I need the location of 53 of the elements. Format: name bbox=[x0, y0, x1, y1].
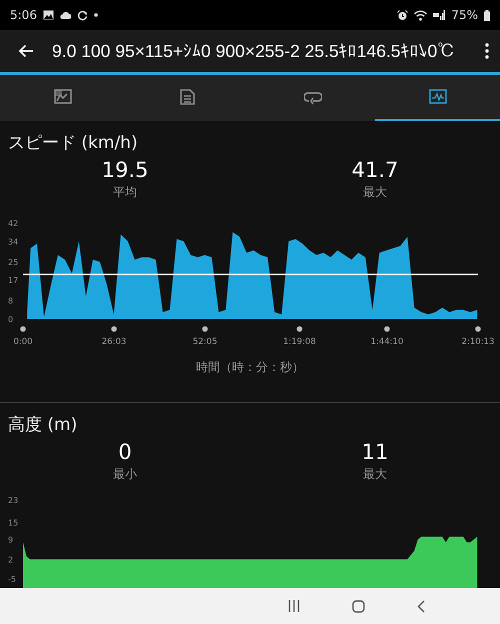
tick-dot bbox=[202, 326, 208, 332]
stat-value: 41.7 bbox=[352, 158, 398, 182]
loop-icon bbox=[304, 89, 322, 105]
signal-icon bbox=[433, 10, 446, 20]
axis-title: 時間（時：分：秒） bbox=[195, 359, 305, 376]
clock: 5:06 bbox=[10, 8, 37, 22]
stat-label: 最小 bbox=[113, 466, 137, 483]
alarm-icon bbox=[397, 10, 408, 20]
section-title: スピード (km/h) bbox=[7, 132, 139, 154]
axis-tick-label: -5 bbox=[8, 575, 16, 584]
axis-tick-label: 25 bbox=[8, 258, 18, 267]
wifi-icon bbox=[414, 10, 428, 20]
axis-tick-label: 8 bbox=[8, 296, 14, 306]
tick-dot bbox=[296, 326, 302, 332]
battery-icon bbox=[484, 10, 490, 20]
axis-tick-label: 34 bbox=[8, 237, 18, 246]
axis-tick-label: 26:03 bbox=[102, 337, 126, 347]
battery-percent: 75% bbox=[451, 8, 478, 22]
axis-tick-label: 17 bbox=[8, 276, 18, 286]
tick-dot bbox=[20, 326, 26, 332]
stat-label: 最大 bbox=[363, 184, 387, 201]
activity-title: 9.0 100 95×115+ｼﾑ0 900×255-2 25.5ｷﾛ146.5ｷﾛ↘0℃ bbox=[52, 40, 456, 62]
tick-dot bbox=[111, 326, 117, 332]
axis-tick-label: 42 bbox=[8, 219, 18, 228]
sync-icon bbox=[76, 10, 88, 20]
stat-label: 最大 bbox=[363, 466, 387, 483]
stat-value: 11 bbox=[362, 440, 388, 464]
axis-tick-label: 9 bbox=[8, 536, 14, 544]
stat-label: 平均 bbox=[113, 184, 137, 201]
axis-tick-label: 0:00 bbox=[13, 337, 33, 347]
axis-tick-label: 23 bbox=[8, 496, 18, 505]
tick-dot bbox=[475, 326, 481, 332]
stat-value: 19.5 bbox=[102, 158, 148, 182]
axis-tick-label: 2 bbox=[8, 555, 14, 564]
axis-tick-label: 2:10:13 bbox=[462, 337, 494, 347]
more-icon[interactable] bbox=[484, 43, 490, 59]
home-icon[interactable] bbox=[352, 600, 365, 612]
axis-tick-label: 0 bbox=[8, 315, 14, 324]
recent-apps-icon[interactable] bbox=[288, 600, 300, 612]
axis-tick-label: 15 bbox=[8, 518, 18, 528]
tick-dot bbox=[384, 326, 390, 332]
map-icon bbox=[54, 89, 72, 105]
cloud-icon bbox=[60, 10, 71, 20]
stat-value: 0 bbox=[118, 440, 132, 464]
axis-tick-label: 1:44:10 bbox=[370, 337, 404, 347]
image-icon bbox=[42, 10, 54, 20]
section-title: 高度 (m) bbox=[7, 414, 78, 436]
back-icon[interactable] bbox=[417, 600, 425, 612]
chart-icon bbox=[428, 89, 446, 105]
axis-tick-label: 1:19:08 bbox=[283, 337, 316, 347]
dot-icon bbox=[94, 13, 98, 17]
document-icon bbox=[178, 89, 196, 105]
axis-tick-label: 52:05 bbox=[192, 337, 218, 347]
